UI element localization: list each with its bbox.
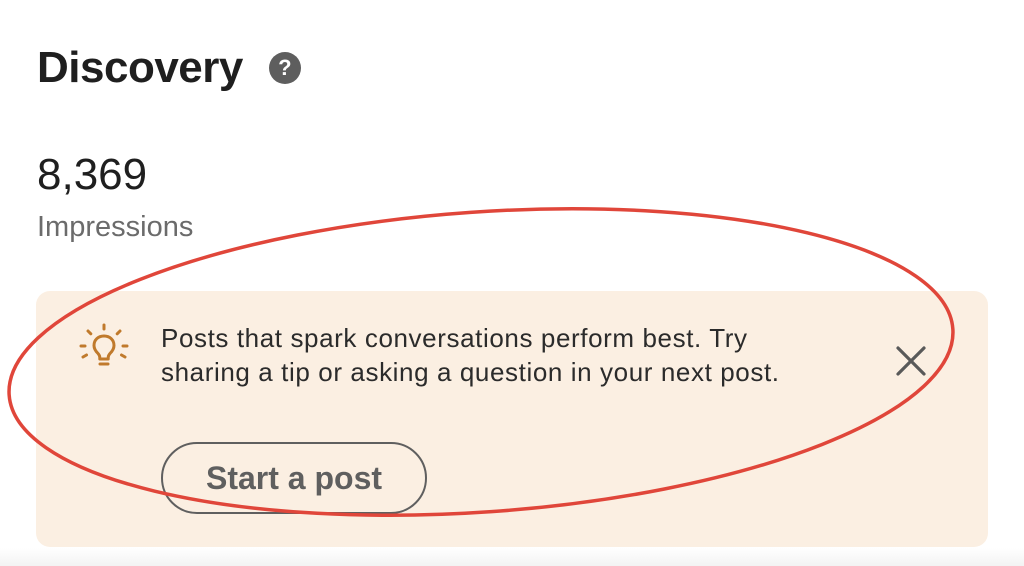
lightbulb-icon	[79, 323, 129, 366]
bottom-divider	[0, 548, 1024, 566]
section-header: Discovery ?	[37, 40, 301, 96]
start-post-button[interactable]: Start a post	[161, 442, 427, 514]
section-title: Discovery	[37, 43, 243, 92]
analytics-page: Discovery ? 8,369 Impressions Posts that…	[0, 0, 1024, 566]
impressions-label: Impressions	[37, 211, 194, 243]
question-mark-icon[interactable]: ?	[268, 52, 301, 84]
close-icon[interactable]	[894, 344, 928, 378]
tip-message: Posts that spark conversations perform b…	[161, 323, 780, 387]
impressions-count: 8,369	[37, 150, 148, 199]
